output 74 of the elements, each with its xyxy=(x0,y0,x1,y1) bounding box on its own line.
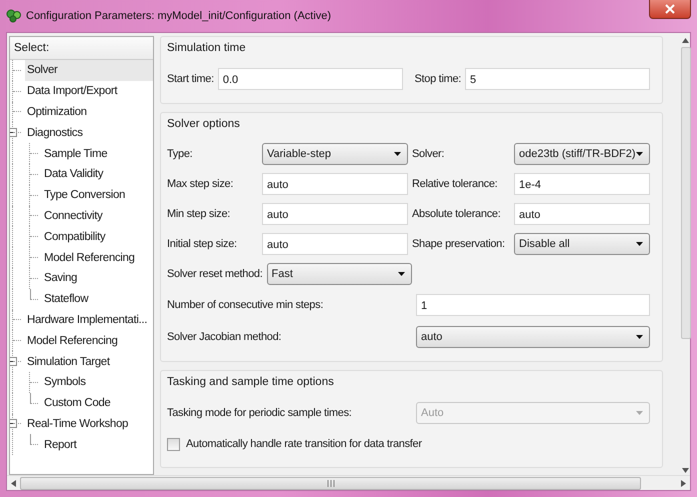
scroll-left-icon[interactable] xyxy=(11,480,16,486)
grip-icon xyxy=(326,480,334,486)
field-label: Type: xyxy=(167,148,194,160)
field-label: Start time: xyxy=(167,73,214,85)
group-title: Tasking and sample time options xyxy=(167,375,335,390)
tree-item[interactable]: Stateflow xyxy=(42,288,90,310)
field-label: Tasking mode for periodic sample times: xyxy=(167,407,353,419)
input-field[interactable]: auto xyxy=(514,203,650,225)
field-label: Max step size: xyxy=(167,178,234,190)
input-field[interactable]: 1 xyxy=(416,294,650,316)
input-field[interactable]: 1e-4 xyxy=(514,173,650,195)
tree-item[interactable]: Optimization xyxy=(25,102,89,122)
close-icon xyxy=(665,4,675,14)
field-label: Min step size: xyxy=(167,208,232,220)
checkbox[interactable] xyxy=(167,438,180,450)
tree-item[interactable]: Type Conversion xyxy=(42,184,128,206)
tree-item[interactable]: Solver xyxy=(25,60,153,81)
caret-icon xyxy=(394,152,401,156)
collapse-icon[interactable] xyxy=(10,357,17,366)
app-icon xyxy=(6,9,22,23)
scroll-up-icon[interactable] xyxy=(682,38,689,43)
tree-item[interactable]: Compatibility xyxy=(42,226,108,248)
field-label: Relative tolerance: xyxy=(412,178,498,190)
field-label: Initial step size: xyxy=(167,238,238,250)
field-label: Stop time: xyxy=(414,73,462,85)
field-label: Solver Jacobian method: xyxy=(167,331,282,343)
tree-item[interactable]: Model Referencing xyxy=(42,247,137,268)
tree-item[interactable]: Sample Time xyxy=(42,143,110,164)
tree-item[interactable]: Hardware Implementati... xyxy=(25,310,150,330)
tree-item[interactable]: Model Referencing xyxy=(25,330,120,352)
input-field[interactable]: 5 xyxy=(465,68,650,90)
dropdown[interactable]: Disable all xyxy=(514,233,650,255)
tree-header: Select: xyxy=(10,37,153,60)
group-title: Solver options xyxy=(167,117,241,132)
caret-icon xyxy=(636,242,643,246)
dropdown[interactable]: ode23tb (stiff/TR-BDF2) xyxy=(514,143,650,165)
checkbox-label: Automatically handle rate transition for data transfer xyxy=(186,438,422,450)
tree-item[interactable]: Simulation Target xyxy=(25,351,112,372)
dropdown[interactable]: Variable-step xyxy=(262,143,408,165)
close-button[interactable] xyxy=(649,0,691,19)
tree-item[interactable]: Connectivity xyxy=(42,206,104,226)
window-title: Configuration Parameters: myModel_init/Configuration (Active) xyxy=(26,10,332,22)
field-label: Solver: xyxy=(412,148,446,160)
input-field[interactable]: 0.0 xyxy=(218,68,402,90)
tree-item[interactable]: Saving xyxy=(42,268,80,289)
scroll-down-icon[interactable] xyxy=(682,468,689,473)
collapse-icon[interactable] xyxy=(10,128,17,138)
input-field[interactable]: auto xyxy=(262,233,408,255)
field-label: Absolute tolerance: xyxy=(412,208,502,220)
tree-item[interactable]: Custom Code xyxy=(42,392,112,414)
horizontal-scrollbar[interactable] xyxy=(7,475,690,490)
scroll-thumb[interactable] xyxy=(20,476,641,490)
tree-item[interactable]: Diagnostics xyxy=(25,122,85,144)
field-label: Shape preservation: xyxy=(412,238,506,250)
scroll-right-icon[interactable] xyxy=(681,480,686,486)
tree-item[interactable]: Symbols xyxy=(42,372,88,393)
field-label: Number of consecutive min steps: xyxy=(167,299,324,311)
scroll-thumb[interactable] xyxy=(680,47,690,339)
dropdown[interactable]: Fast xyxy=(266,263,412,285)
caret-icon xyxy=(636,411,643,415)
field-label: Solver reset method: xyxy=(167,268,262,280)
group-title: Simulation time xyxy=(167,41,247,56)
tree-item[interactable]: Data Validity xyxy=(42,164,106,185)
caret-icon xyxy=(398,272,405,276)
vertical-scrollbar[interactable] xyxy=(681,36,690,475)
dropdown[interactable]: auto xyxy=(416,326,650,348)
caret-icon xyxy=(636,152,643,156)
input-field[interactable]: auto xyxy=(262,203,408,225)
tree-item[interactable]: Data Import/Export xyxy=(25,80,120,102)
tree-item[interactable]: Report xyxy=(42,434,78,456)
tree-item[interactable]: Real-Time Workshop xyxy=(25,414,130,434)
input-field[interactable]: auto xyxy=(262,173,408,195)
caret-icon xyxy=(636,335,643,339)
collapse-icon[interactable] xyxy=(10,419,17,428)
